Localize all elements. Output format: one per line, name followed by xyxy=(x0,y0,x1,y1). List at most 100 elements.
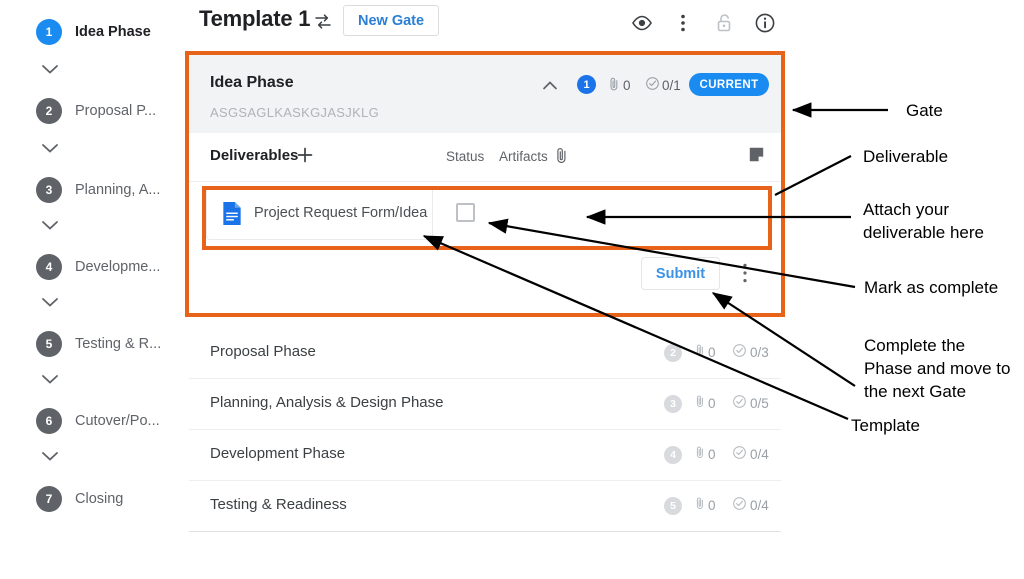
phase-name: Development Phase xyxy=(210,445,346,462)
sidebar-badge: 4 xyxy=(36,254,62,280)
page-title: Template 1 xyxy=(199,6,311,31)
paperclip-icon xyxy=(694,343,706,361)
gate-title: Idea Phase xyxy=(210,74,294,91)
gate-subtitle: ASGSAGLKASKGJASJKLG xyxy=(210,105,379,120)
gate-attachments-count: 0 xyxy=(623,78,631,93)
deliverable-name-cell[interactable]: Project Request Form/Idea S... xyxy=(206,186,433,240)
gate-completed-count: 0/1 xyxy=(662,77,681,93)
chevron-down-icon[interactable] xyxy=(40,295,60,309)
eye-icon[interactable] xyxy=(630,11,654,35)
phase-attachments-metric: 0 xyxy=(694,343,716,361)
phase-row-planning[interactable]: Planning, Analysis & Design Phase 3 0 0/… xyxy=(189,379,781,430)
annotation-label-gate: Gate xyxy=(906,101,943,120)
paperclip-icon xyxy=(694,496,706,514)
deliverable-complete-checkbox[interactable] xyxy=(456,203,475,222)
annotation-label-complete-phase: Complete the Phase and move to the next … xyxy=(864,336,1011,401)
column-header-status: Status xyxy=(446,149,485,164)
phase-number-badge: 4 xyxy=(664,446,682,464)
phase-completed-count: 0/5 xyxy=(750,395,769,411)
phase-row-proposal[interactable]: Proposal Phase 2 0 0/3 xyxy=(189,328,781,379)
chevron-down-icon[interactable] xyxy=(40,218,60,232)
unlock-icon[interactable] xyxy=(712,11,736,35)
sidebar-item-proposal-phase[interactable]: 2 Proposal P... xyxy=(36,98,156,124)
chevron-down-icon[interactable] xyxy=(40,449,60,463)
paperclip-icon xyxy=(694,445,706,463)
paperclip-icon xyxy=(607,76,621,95)
plus-icon[interactable] xyxy=(295,145,315,165)
annotation-line-deliverable xyxy=(774,155,852,196)
status-badge[interactable]: CURRENT xyxy=(689,73,769,96)
chevron-up-icon[interactable] xyxy=(541,77,559,95)
phase-completed-count: 0/4 xyxy=(750,446,769,462)
sidebar-item-label: Testing & R... xyxy=(75,336,162,352)
phase-attachments-count: 0 xyxy=(708,497,716,513)
note-icon[interactable] xyxy=(749,147,764,162)
top-toolbar: Template 1 New Gate xyxy=(185,0,805,48)
more-vertical-icon[interactable] xyxy=(737,262,753,284)
sidebar-item-testing-phase[interactable]: 5 Testing & R... xyxy=(36,331,161,357)
sidebar-badge: 6 xyxy=(36,408,62,434)
sidebar-badge: 2 xyxy=(36,98,62,124)
phase-completed-count: 0/4 xyxy=(750,497,769,513)
chevron-down-icon[interactable] xyxy=(40,62,60,76)
phase-completed-metric: 0/3 xyxy=(732,343,769,361)
phase-completed-metric: 0/5 xyxy=(732,394,769,412)
more-vertical-icon[interactable] xyxy=(671,11,695,35)
check-circle-icon xyxy=(732,394,747,412)
sidebar-badge: 7 xyxy=(36,486,62,512)
sidebar-item-label: Idea Phase xyxy=(75,24,151,40)
sidebar-item-label: Developme... xyxy=(75,259,161,275)
sidebar-item-label: Proposal P... xyxy=(75,103,157,119)
phase-sidebar: 1 Idea Phase 2 Proposal P... 3 Planning,… xyxy=(0,0,185,579)
deliverables-header: Deliverables Status Artifacts xyxy=(189,133,781,182)
sidebar-item-cutover-phase[interactable]: 6 Cutover/Po... xyxy=(36,408,160,434)
deliverables-section-label: Deliverables xyxy=(210,147,299,164)
column-header-artifacts: Artifacts xyxy=(499,149,548,164)
check-circle-icon xyxy=(645,76,660,94)
gate-number-badge: 1 xyxy=(577,75,596,94)
deliverable-row: Project Request Form/Idea S... xyxy=(189,182,781,244)
phase-attachments-metric: 0 xyxy=(694,394,716,412)
gate-card: Idea Phase ASGSAGLKASKGJASJKLG 1 0 0/1 C… xyxy=(189,55,781,313)
phase-completed-metric: 0/4 xyxy=(732,445,769,463)
chevron-down-icon[interactable] xyxy=(40,372,60,386)
submit-button[interactable]: Submit xyxy=(641,257,720,290)
sidebar-item-closing-phase[interactable]: 7 Closing xyxy=(36,486,123,512)
phase-attachments-count: 0 xyxy=(708,344,716,360)
phase-completed-count: 0/3 xyxy=(750,344,769,360)
new-gate-button[interactable]: New Gate xyxy=(343,5,440,36)
phase-attachments-metric: 0 xyxy=(694,496,716,514)
phase-list: Proposal Phase 2 0 0/3 Planning, Analysi… xyxy=(189,328,781,532)
sidebar-item-planning-phase[interactable]: 3 Planning, A... xyxy=(36,177,160,203)
chevron-down-icon[interactable] xyxy=(40,141,60,155)
phase-row-development[interactable]: Development Phase 4 0 0/4 xyxy=(189,430,781,481)
paperclip-icon xyxy=(553,146,570,165)
check-circle-icon xyxy=(732,496,747,514)
check-circle-icon xyxy=(732,445,747,463)
phase-name: Testing & Readiness xyxy=(210,496,347,513)
phase-row-testing[interactable]: Testing & Readiness 5 0 0/4 xyxy=(189,481,781,532)
paperclip-icon xyxy=(694,394,706,412)
phase-number-badge: 5 xyxy=(664,497,682,515)
gate-header[interactable]: Idea Phase ASGSAGLKASKGJASJKLG 1 0 0/1 C… xyxy=(189,55,781,133)
phase-attachments-count: 0 xyxy=(708,446,716,462)
sidebar-item-label: Planning, A... xyxy=(75,182,161,198)
phase-number-badge: 2 xyxy=(664,344,682,362)
deliverable-name: Project Request Form/Idea S... xyxy=(254,205,432,221)
gate-completed-metric: 0/1 xyxy=(645,76,681,94)
sidebar-badge: 5 xyxy=(36,331,62,357)
phase-name: Proposal Phase xyxy=(210,343,316,360)
gate-attachments-metric: 0 xyxy=(607,76,631,95)
sidebar-item-label: Closing xyxy=(75,491,124,507)
sidebar-item-development-phase[interactable]: 4 Developme... xyxy=(36,254,160,280)
sidebar-item-idea-phase[interactable]: 1 Idea Phase xyxy=(36,19,151,45)
annotation-label-template: Template xyxy=(851,416,920,435)
phase-number-badge: 3 xyxy=(664,395,682,413)
sidebar-item-label: Cutover/Po... xyxy=(75,413,160,429)
phase-completed-metric: 0/4 xyxy=(732,496,769,514)
check-circle-icon xyxy=(732,343,747,361)
phase-attachments-metric: 0 xyxy=(694,445,716,463)
phase-name: Planning, Analysis & Design Phase xyxy=(210,394,444,411)
swap-icon[interactable] xyxy=(313,12,333,32)
info-icon[interactable] xyxy=(753,11,777,35)
